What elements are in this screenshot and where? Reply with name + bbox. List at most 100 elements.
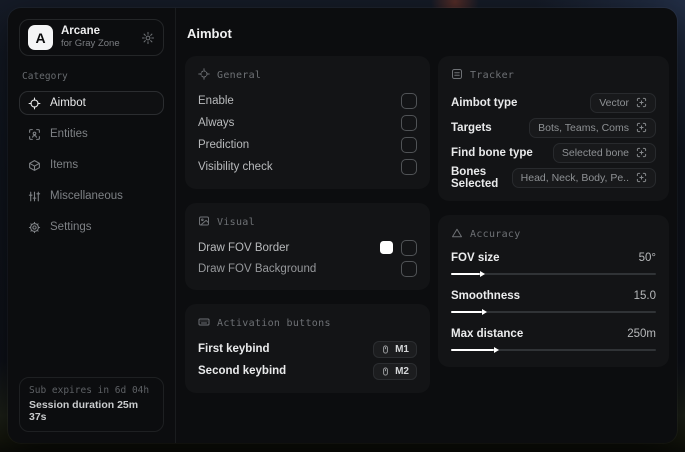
setting-label: Find bone type xyxy=(451,146,533,159)
setting-row: Visibility check xyxy=(198,156,417,178)
checkbox-always[interactable] xyxy=(401,115,417,131)
accuracy-card: Accuracy FOV size 50° Smoothness 15.0 Ma… xyxy=(438,215,669,367)
section-title: Tracker xyxy=(470,70,515,81)
section-title: Visual xyxy=(217,217,255,228)
dropdown-value: Vector xyxy=(599,96,629,109)
fov-border-color-swatch[interactable] xyxy=(380,241,393,254)
app-header: A Arcane for Gray Zone xyxy=(19,19,164,56)
setting-row: Targets Bots, Teams, Coms xyxy=(451,115,656,140)
slider-max-distance[interactable] xyxy=(451,345,656,354)
setting-row: Always xyxy=(198,112,417,134)
setting-row: Draw FOV Background xyxy=(198,258,417,279)
sidebar-item-label: Aimbot xyxy=(50,97,86,109)
sidebar-item-items[interactable]: Items xyxy=(19,153,164,177)
setting-label: Second keybind xyxy=(198,365,287,377)
setting-label: Aimbot type xyxy=(451,96,518,109)
gear-icon xyxy=(28,221,41,234)
checkbox-enable[interactable] xyxy=(401,93,417,109)
activation-header: Activation buttons xyxy=(198,316,417,331)
subscription-card: Sub expires in 6d 04h Session duration 2… xyxy=(19,377,164,432)
sidebar: A Arcane for Gray Zone Category Aimbot E… xyxy=(8,8,176,443)
setting-row: Find bone type Selected bone xyxy=(451,140,656,165)
dropdown-aimbot-type[interactable]: Vector xyxy=(590,92,656,113)
sub-expires-text: Sub expires in 6d 04h xyxy=(29,385,150,396)
sidebar-item-entities[interactable]: Entities xyxy=(19,122,164,146)
mouse-icon xyxy=(381,366,390,376)
visual-card: Visual Draw FOV Border Draw FOV Backgrou… xyxy=(185,203,430,290)
app-logo-letter: A xyxy=(35,29,46,46)
select-scan-icon xyxy=(636,97,647,108)
keybind-value: M2 xyxy=(395,365,409,377)
checkbox-prediction[interactable] xyxy=(401,137,417,153)
sidebar-item-label: Miscellaneous xyxy=(50,190,123,202)
activation-card: Activation buttons First keybind M1 Seco… xyxy=(185,304,430,393)
dropdown-value: Head, Neck, Body, Pe.. xyxy=(520,171,629,184)
sliders-icon xyxy=(28,190,41,203)
sidebar-item-aimbot[interactable]: Aimbot xyxy=(19,91,164,115)
keybind-button-first[interactable]: M1 xyxy=(373,340,417,358)
setting-label: Draw FOV Background xyxy=(198,262,317,275)
setting-label: Prediction xyxy=(198,139,250,151)
sidebar-item-label: Entities xyxy=(50,128,88,140)
slider-fill xyxy=(451,272,480,275)
sidebar-item-miscellaneous[interactable]: Miscellaneous xyxy=(19,184,164,208)
slider-value: 250m xyxy=(627,327,656,340)
dropdown-targets[interactable]: Bots, Teams, Coms xyxy=(529,117,656,138)
setting-label: First keybind xyxy=(198,343,270,355)
app-name: Arcane xyxy=(61,25,100,38)
dropdown-value: Bots, Teams, Coms xyxy=(538,121,629,134)
section-title: Activation buttons xyxy=(217,318,331,329)
section-title: General xyxy=(217,70,262,81)
game-background: A Arcane for Gray Zone Category Aimbot E… xyxy=(0,0,685,452)
checkbox-draw-fov-background[interactable] xyxy=(401,260,417,277)
checkbox-draw-fov-border[interactable] xyxy=(401,239,417,256)
setting-row: Enable xyxy=(198,90,417,112)
keybind-value: M1 xyxy=(395,343,409,355)
package-icon xyxy=(28,159,41,172)
setting-label: Visibility check xyxy=(198,161,273,173)
sidebar-item-label: Items xyxy=(50,159,79,171)
setting-label: Smoothness xyxy=(451,289,521,302)
keyboard-icon xyxy=(198,316,210,331)
select-scan-icon xyxy=(636,172,647,183)
app-subtitle: for Gray Zone xyxy=(61,37,120,49)
app-settings-icon[interactable] xyxy=(141,31,155,45)
entity-scan-icon xyxy=(28,128,41,141)
checkbox-visibility-check[interactable] xyxy=(401,159,417,175)
dropdown-find-bone-type[interactable]: Selected bone xyxy=(552,142,656,163)
sidebar-item-label: Settings xyxy=(50,221,92,233)
slider-group-fov-size: FOV size 50° xyxy=(451,249,656,278)
setting-row: First keybind M1 xyxy=(198,338,417,360)
session-duration-text: Session duration 25m 37s xyxy=(29,399,139,423)
keybind-button-second[interactable]: M2 xyxy=(373,362,417,380)
slider-fill xyxy=(451,348,495,351)
app-logo: A xyxy=(28,25,53,50)
image-icon xyxy=(198,215,210,230)
left-column: General Enable Always Prediction Visibil… xyxy=(185,56,430,393)
setting-label: Always xyxy=(198,117,235,129)
setting-label: Bones Selected xyxy=(451,165,499,190)
app-title-block: Arcane for Gray Zone xyxy=(61,25,120,49)
cheat-menu-window: A Arcane for Gray Zone Category Aimbot E… xyxy=(8,8,677,443)
setting-label: Enable xyxy=(198,95,234,107)
setting-label: FOV size xyxy=(451,251,500,264)
setting-row: Bones Selected Head, Neck, Body, Pe.. xyxy=(451,165,656,190)
slider-fov-size[interactable] xyxy=(451,269,656,278)
dropdown-value: Selected bone xyxy=(561,146,629,159)
setting-row: Aimbot type Vector xyxy=(451,90,656,115)
setting-row: Draw FOV Border xyxy=(198,237,417,258)
slider-smoothness[interactable] xyxy=(451,307,656,316)
select-scan-icon xyxy=(636,122,647,133)
list-box-icon xyxy=(451,68,463,83)
setting-label: Draw FOV Border xyxy=(198,241,290,254)
setting-row: Prediction xyxy=(198,134,417,156)
section-title: Accuracy xyxy=(470,229,521,240)
setting-label: Max distance xyxy=(451,327,524,340)
crosshair-icon xyxy=(28,97,41,110)
slider-group-max-distance: Max distance 250m xyxy=(451,325,656,354)
crosshair-icon xyxy=(198,68,210,83)
dropdown-bones-selected[interactable]: Head, Neck, Body, Pe.. xyxy=(511,167,656,188)
sidebar-item-settings[interactable]: Settings xyxy=(19,215,164,239)
right-column: Tracker Aimbot type Vector Targets Bots,… xyxy=(438,56,669,367)
